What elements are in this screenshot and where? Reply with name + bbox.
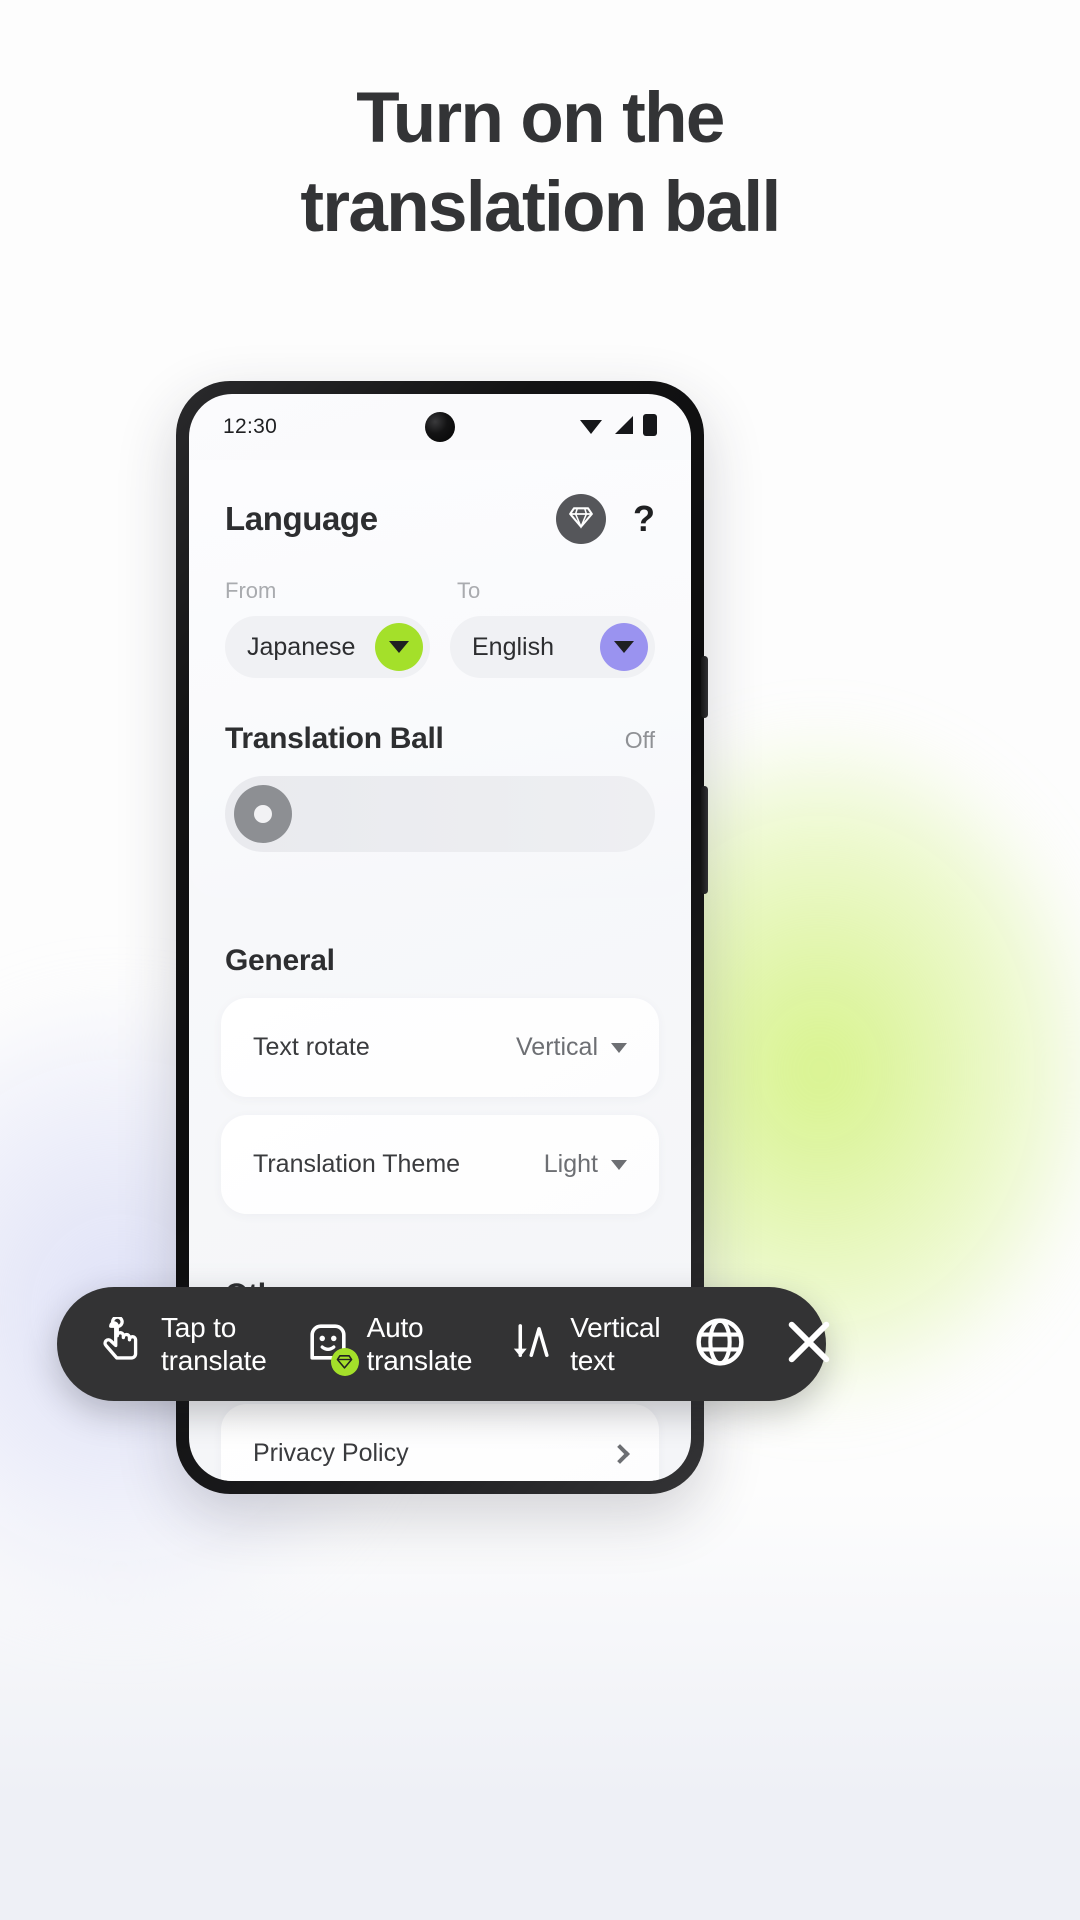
row-value: Light bbox=[543, 1150, 598, 1178]
diamond-icon bbox=[568, 504, 594, 535]
robot-face-icon bbox=[305, 1319, 359, 1376]
premium-button[interactable] bbox=[556, 494, 606, 544]
toolbar-item-label: Tap to translate bbox=[161, 1311, 267, 1377]
headline-line-2: translation ball bbox=[300, 167, 781, 247]
close-icon bbox=[784, 1317, 834, 1372]
volume-button[interactable] bbox=[701, 786, 708, 894]
chevron-down-icon bbox=[389, 641, 409, 653]
toggle-knob bbox=[234, 785, 292, 843]
language-selectors: Japanese English bbox=[225, 616, 655, 678]
tap-hand-icon bbox=[97, 1314, 145, 1372]
row-value: Vertical bbox=[516, 1033, 598, 1061]
row-privacy-policy[interactable]: Privacy Policy bbox=[221, 1404, 659, 1481]
to-language-value: English bbox=[472, 632, 554, 661]
globe-icon bbox=[694, 1316, 746, 1373]
toolbar-item-auto-translate[interactable]: Auto translate bbox=[305, 1311, 473, 1377]
toolbar-item-vertical-text[interactable]: Vertical text bbox=[510, 1311, 661, 1377]
headline-line-1: Turn on the bbox=[356, 79, 725, 158]
language-header: Language ? bbox=[225, 494, 655, 544]
row-value-group[interactable]: Vertical bbox=[516, 1033, 627, 1062]
row-label: Privacy Policy bbox=[253, 1439, 409, 1467]
label-line-2: text bbox=[570, 1345, 615, 1376]
toolbar-item-label: Auto translate bbox=[367, 1311, 473, 1377]
chevron-down-icon bbox=[611, 1159, 627, 1170]
toolbar-item-label: Vertical text bbox=[570, 1311, 660, 1377]
chevron-right-icon bbox=[610, 1443, 630, 1464]
chevron-down-icon bbox=[611, 1042, 627, 1053]
row-text-rotate[interactable]: Text rotate Vertical bbox=[221, 998, 659, 1097]
power-button[interactable] bbox=[701, 656, 708, 718]
to-dropdown-button[interactable] bbox=[600, 623, 648, 671]
label-line-1: Vertical bbox=[570, 1311, 661, 1343]
status-icons bbox=[579, 413, 657, 441]
header-actions: ? bbox=[556, 494, 655, 544]
label-line-2: translate bbox=[161, 1345, 267, 1376]
from-label: From bbox=[225, 578, 277, 603]
translation-ball-header: Translation Ball Off bbox=[225, 722, 655, 756]
label-line-1: Auto bbox=[366, 1311, 424, 1343]
bottom-fade bbox=[0, 1490, 1080, 1920]
status-clock: 12:30 bbox=[223, 415, 278, 438]
help-button[interactable]: ? bbox=[633, 501, 655, 537]
signal-icon bbox=[612, 415, 634, 440]
general-section-title: General bbox=[225, 944, 335, 977]
language-labels: From To bbox=[225, 578, 655, 604]
row-label: Text rotate bbox=[253, 1033, 370, 1061]
toggle-knob-dot bbox=[254, 805, 272, 823]
close-button[interactable] bbox=[784, 1317, 834, 1372]
language-title: Language bbox=[225, 500, 378, 537]
label-line-2: translate bbox=[366, 1345, 473, 1376]
diamond-badge-icon bbox=[330, 1347, 359, 1376]
row-label: Translation Theme bbox=[253, 1150, 461, 1178]
wifi-icon bbox=[579, 415, 603, 440]
translation-ball-state: Off bbox=[624, 727, 655, 753]
translation-ball-title: Translation Ball bbox=[225, 722, 444, 755]
row-value-group[interactable]: Light bbox=[544, 1150, 627, 1179]
from-dropdown-button[interactable] bbox=[375, 623, 423, 671]
vertical-text-icon bbox=[510, 1320, 554, 1369]
row-translation-theme[interactable]: Translation Theme Light bbox=[221, 1115, 659, 1214]
from-language-value: Japanese bbox=[247, 632, 356, 661]
chevron-down-icon bbox=[614, 641, 634, 653]
toolbar-item-tap-to-translate[interactable]: Tap to translate bbox=[97, 1311, 267, 1377]
to-language-select[interactable]: English bbox=[450, 616, 655, 678]
battery-icon bbox=[643, 413, 657, 441]
translation-ball-toggle[interactable] bbox=[225, 776, 655, 852]
page-title: Turn on the translation ball bbox=[0, 75, 1080, 253]
language-card: Language ? From To Japanese English Tran… bbox=[189, 460, 691, 898]
label-line-1: Tap to bbox=[161, 1311, 237, 1343]
globe-button[interactable] bbox=[694, 1316, 746, 1373]
to-label: To bbox=[457, 578, 481, 603]
status-bar: 12:30 bbox=[189, 394, 691, 460]
from-language-select[interactable]: Japanese bbox=[225, 616, 430, 678]
floating-toolbar: Tap to translate Auto translate Vertical… bbox=[57, 1287, 830, 1401]
toolbar-actions bbox=[694, 1316, 834, 1373]
